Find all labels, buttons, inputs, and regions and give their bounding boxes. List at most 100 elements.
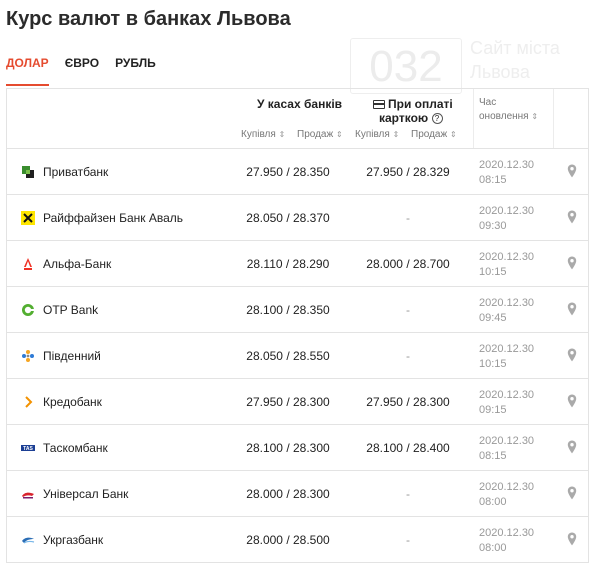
bank-name[interactable]: Приватбанк (43, 165, 108, 179)
table-body: Приватбанк 27.950 / 28.350 27.950 / 28.3… (7, 149, 588, 563)
tab-rub[interactable]: РУБЛЬ (115, 56, 156, 86)
cash-rate: 28.110 / 28.290 (246, 257, 330, 271)
pivdennyi-logo (22, 350, 34, 362)
cash-rate: 28.050 / 28.550 (246, 349, 330, 363)
svg-text:TAS: TAS (23, 446, 33, 452)
bank-name[interactable]: Таскомбанк (43, 441, 108, 455)
cash-rate: 28.100 / 28.300 (246, 441, 330, 455)
cash-rate: 28.100 / 28.350 (246, 303, 330, 317)
table-header: У касах банків При оплаті карткою ? Час … (7, 89, 588, 149)
update-clock: 09:30 (479, 220, 507, 232)
card-column-title-2: карткою (379, 111, 429, 125)
card-rate: 28.000 / 28.700 (366, 257, 450, 271)
update-date: 2020.12.30 (479, 251, 535, 263)
time-column-title-1: Час (479, 97, 497, 108)
map-pin-icon[interactable] (567, 302, 577, 316)
update-date: 2020.12.30 (479, 159, 535, 171)
currency-tabs: ДОЛАР ЄВРО РУБЛЬ (6, 56, 172, 86)
bank-name[interactable]: Південний (43, 349, 101, 363)
raiffeisen-logo (21, 211, 35, 225)
card-rate: - (406, 533, 410, 547)
card-icon (373, 100, 385, 109)
map-pin-icon[interactable] (567, 256, 577, 270)
map-pin-icon[interactable] (567, 348, 577, 362)
cash-rate: 28.050 / 28.370 (246, 211, 330, 225)
exchange-rates-table: У касах банків При оплаті карткою ? Час … (6, 88, 589, 563)
update-clock: 10:15 (479, 358, 507, 370)
map-pin-icon[interactable] (567, 210, 577, 224)
card-rate: - (406, 349, 410, 363)
update-clock: 10:15 (479, 266, 507, 278)
card-rate: 28.100 / 28.400 (366, 441, 450, 455)
table-row[interactable]: Кредобанк 27.950 / 28.300 27.950 / 28.30… (7, 379, 588, 425)
time-column-title-2[interactable]: оновлення ⇕ (479, 111, 538, 122)
sort-icon: ⇕ (449, 130, 457, 139)
help-icon[interactable]: ? (431, 113, 443, 124)
bank-name[interactable]: OTP Bank (43, 303, 98, 317)
alfabank-logo (24, 258, 32, 270)
update-clock: 08:15 (479, 450, 507, 462)
bank-name[interactable]: Альфа-Банк (43, 257, 111, 271)
update-time: 2020.12.30 09:15 (479, 388, 534, 418)
update-time: 2020.12.30 10:15 (479, 250, 534, 280)
card-rate: 27.950 / 28.300 (366, 395, 450, 409)
bank-name[interactable]: Укргазбанк (43, 533, 103, 547)
card-rate: - (406, 303, 410, 317)
table-row[interactable]: TAS Таскомбанк 28.100 / 28.300 28.100 / … (7, 425, 588, 471)
update-clock: 09:15 (479, 404, 507, 416)
watermark-line-2: Львова (470, 62, 530, 82)
column-divider (473, 89, 474, 148)
table-row[interactable]: Укргазбанк 28.000 / 28.500 - 2020.12.30 0… (7, 517, 588, 563)
update-time: 2020.12.30 08:00 (479, 480, 534, 510)
taskombank-logo: TAS (21, 445, 35, 452)
table-row[interactable]: Альфа-Банк 28.110 / 28.290 28.000 / 28.7… (7, 241, 588, 287)
update-time: 2020.12.30 08:15 (479, 158, 534, 188)
page-title: Курс валют в банках Львова (6, 8, 291, 30)
update-time: 2020.12.30 10:15 (479, 342, 534, 372)
table-row[interactable]: Приватбанк 27.950 / 28.350 27.950 / 28.3… (7, 149, 588, 195)
map-pin-icon[interactable] (567, 532, 577, 546)
sort-icon: ⇕ (278, 130, 286, 139)
update-time: 2020.12.30 09:45 (479, 296, 534, 326)
sort-card-buy[interactable]: Купівля ⇕ (355, 129, 399, 140)
tab-eur[interactable]: ЄВРО (65, 56, 99, 86)
table-row[interactable]: Універсал Банк 28.000 / 28.300 - 2020.12… (7, 471, 588, 517)
update-clock: 08:00 (479, 496, 507, 508)
sort-cash-buy[interactable]: Купівля ⇕ (241, 129, 285, 140)
table-row[interactable]: Південний 28.050 / 28.550 - 2020.12.30 10… (7, 333, 588, 379)
column-divider (553, 89, 554, 148)
watermark-number: 032 (350, 38, 462, 94)
update-date: 2020.12.30 (479, 481, 535, 493)
update-date: 2020.12.30 (479, 205, 535, 217)
map-pin-icon[interactable] (567, 486, 577, 500)
table-row[interactable]: Райффайзен Банк Аваль 28.050 / 28.370 - … (7, 195, 588, 241)
privatbank-logo (21, 165, 35, 179)
table-row[interactable]: OTP Bank 28.100 / 28.350 - 2020.12.30 09:… (7, 287, 588, 333)
card-rate: - (406, 211, 410, 225)
sort-icon: ⇕ (531, 112, 539, 121)
card-column-title: При оплаті (373, 97, 453, 111)
update-clock: 09:45 (479, 312, 507, 324)
update-date: 2020.12.30 (479, 297, 535, 309)
bank-name[interactable]: Універсал Банк (43, 487, 128, 501)
tab-usd[interactable]: ДОЛАР (6, 56, 49, 86)
sort-card-sell[interactable]: Продаж ⇕ (411, 129, 457, 140)
update-date: 2020.12.30 (479, 343, 535, 355)
otpbank-logo (22, 304, 34, 316)
cash-column-title: У касах банків (257, 97, 343, 111)
bank-name[interactable]: Райффайзен Банк Аваль (43, 211, 183, 225)
update-time: 2020.12.30 09:30 (479, 204, 534, 234)
update-date: 2020.12.30 (479, 527, 535, 539)
card-rate: - (406, 487, 410, 501)
map-pin-icon[interactable] (567, 440, 577, 454)
bank-name[interactable]: Кредобанк (43, 395, 102, 409)
universal-bank-logo (22, 492, 34, 499)
cash-rate: 27.950 / 28.300 (246, 395, 330, 409)
update-date: 2020.12.30 (479, 389, 535, 401)
sort-cash-sell[interactable]: Продаж ⇕ (297, 129, 343, 140)
map-pin-icon[interactable] (567, 394, 577, 408)
update-date: 2020.12.30 (479, 435, 535, 447)
sort-icon: ⇕ (335, 130, 343, 139)
map-pin-icon[interactable] (567, 164, 577, 178)
update-clock: 08:15 (479, 174, 507, 186)
